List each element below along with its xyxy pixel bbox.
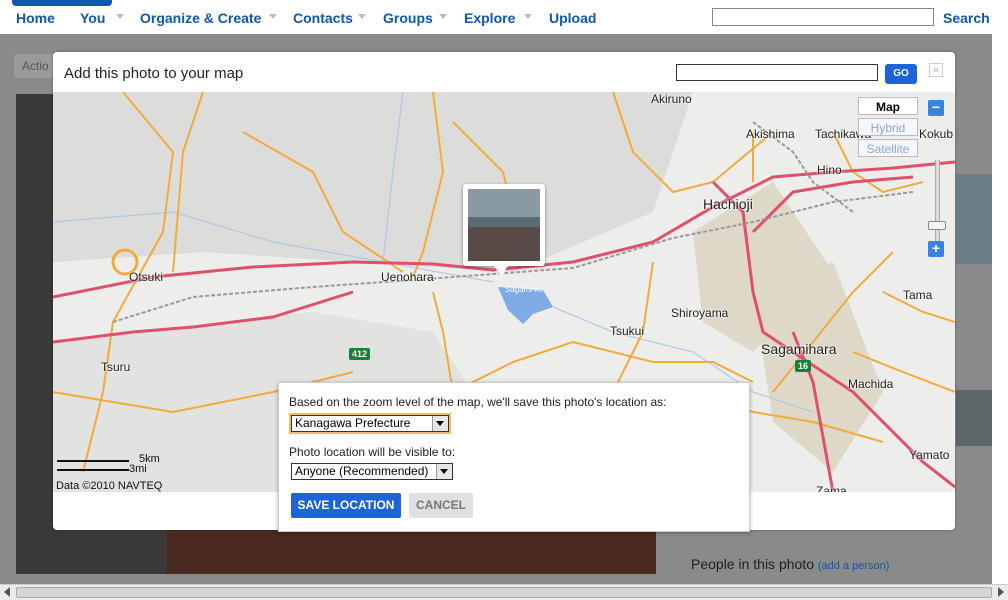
route-412-shield: 412 (349, 348, 371, 360)
search-input[interactable] (712, 8, 934, 26)
map-label-akishima: Akishima (746, 127, 795, 141)
scroll-left-icon[interactable] (4, 587, 10, 597)
add-person-link[interactable]: (add a person) (818, 560, 890, 572)
zoom-slider-handle[interactable] (928, 221, 946, 230)
map-label-tama: Tama (903, 288, 933, 302)
map-label-kokubunji: Kokub (919, 127, 954, 141)
map-label-sagami-ko: Sagami-ko (505, 285, 544, 294)
cancel-button[interactable]: CANCEL (409, 493, 473, 518)
location-select[interactable]: Kanagawa Prefecture (289, 413, 451, 434)
location-select-value: Kanagawa Prefecture (295, 416, 411, 430)
map-type-hybrid[interactable]: Hybrid (858, 118, 918, 136)
nav-explore[interactable]: Explore (464, 10, 515, 26)
zoom-out-button[interactable]: − (928, 100, 944, 116)
nav-home[interactable]: Home (16, 10, 55, 26)
map-label-sagamihara: Sagamihara (761, 341, 837, 357)
zoom-slider-track[interactable] (935, 160, 940, 245)
map-label-akiruno: Akiruno (651, 92, 692, 106)
map-label-tsuru: Tsuru (101, 360, 131, 374)
people-in-photo-heading: People in this photo (add a person) (691, 556, 889, 572)
flickr-logo[interactable] (12, 0, 112, 6)
dialog-title: Add this photo to your map (64, 65, 244, 82)
sidebar-thumbnail (956, 390, 992, 446)
photo-marker[interactable] (463, 184, 545, 266)
sidebar-thumbnail (956, 174, 992, 264)
chevron-down-icon[interactable] (524, 14, 532, 19)
chevron-down-icon[interactable] (436, 464, 452, 479)
nav-upload[interactable]: Upload (549, 10, 596, 26)
route-16-shield: 16 (795, 360, 812, 372)
marker-pointer (494, 266, 508, 276)
zoom-level-text: Based on the zoom level of the map, we'l… (289, 395, 667, 409)
go-button[interactable]: GO (885, 64, 917, 84)
map-label-hino: Hino (817, 163, 842, 177)
photo-thumbnail (468, 189, 540, 261)
chevron-down-icon[interactable] (269, 14, 277, 19)
location-search-input[interactable] (676, 64, 878, 81)
nav-contacts[interactable]: Contacts (293, 10, 353, 26)
save-location-panel: Based on the zoom level of the map, we'l… (278, 382, 750, 532)
visibility-select-value: Anyone (Recommended) (295, 464, 429, 478)
map-attribution: Data ©2010 NAVTEQ (56, 480, 163, 492)
scroll-right-icon[interactable] (998, 587, 1004, 597)
scrollbar-thumb[interactable] (16, 587, 992, 598)
close-icon[interactable]: × (929, 63, 943, 77)
search-button[interactable]: Search (943, 10, 990, 26)
map-label-otsuki: Otsuki (129, 270, 164, 284)
chevron-down-icon[interactable] (439, 14, 447, 19)
nav-groups[interactable]: Groups (383, 10, 433, 26)
chevron-down-icon[interactable] (358, 14, 366, 19)
zoom-in-button[interactable]: + (928, 241, 944, 257)
top-nav: Home You Organize & Create Contacts Grou… (0, 0, 1008, 34)
map-type-map[interactable]: Map (858, 97, 918, 115)
map-label-shiroyama: Shiroyama (671, 306, 729, 320)
chevron-down-icon[interactable] (432, 416, 448, 431)
map-label-yamato: Yamato (909, 448, 950, 462)
nav-organize[interactable]: Organize & Create (140, 10, 261, 26)
map-label-tsukui: Tsukui (610, 324, 645, 338)
map-label-zama: Zama (816, 484, 847, 492)
horizontal-scrollbar[interactable] (0, 584, 1008, 600)
map-type-satellite[interactable]: Satellite (858, 139, 918, 157)
visibility-label: Photo location will be visible to: (289, 445, 456, 459)
map-label-hachioji: Hachioji (703, 196, 753, 212)
nav-you[interactable]: You (80, 10, 105, 26)
people-title: People in this photo (691, 556, 814, 572)
visibility-select[interactable]: Anyone (Recommended) (291, 463, 453, 480)
save-location-button[interactable]: SAVE LOCATION (291, 493, 401, 518)
chevron-down-icon[interactable] (116, 14, 124, 19)
map-label-machida: Machida (848, 377, 894, 391)
map-label-uenohara: Uenohara (381, 270, 434, 284)
scale-mi: 3mi (129, 463, 147, 475)
actions-button[interactable]: Actio (14, 54, 58, 78)
